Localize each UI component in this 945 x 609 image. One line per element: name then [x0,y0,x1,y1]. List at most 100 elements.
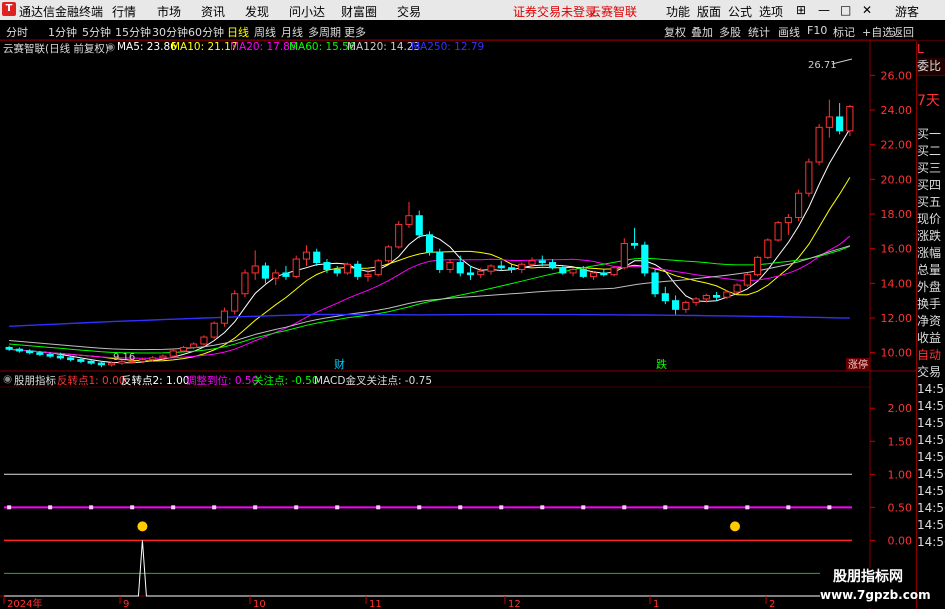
kline-chart[interactable]: 26.0024.0022.0020.0018.0016.0014.0012.00… [0,0,916,609]
candle-body [220,310,229,324]
ind-tick-label: 1.00 [888,468,913,481]
candle-body [405,215,413,225]
candle-body [528,260,536,265]
candle-body [354,263,362,277]
candle-body [374,260,382,276]
candle-body [733,284,741,293]
candle-body [190,343,198,348]
panel-item[interactable]: 交易 [917,364,945,381]
candle-body [507,267,516,270]
candle-body [569,268,577,274]
trade-time: 14:56 [917,467,945,481]
candle-body [805,161,813,194]
candle-body [272,272,280,279]
candle-body [723,291,731,298]
indicator-settings-icon[interactable]: ◉ [3,373,12,385]
trade-time: 14:56 [917,501,945,515]
panel-item: 买三 [917,161,942,175]
level-dot [745,505,750,510]
level-dot [48,505,53,510]
indicator-item4: 关注点: -0.50 [253,375,319,387]
candle-body [630,242,639,246]
panel-item: 委比 [917,58,945,76]
candle-body [713,294,721,298]
indicator-item1: 反转点1: 0.00 [57,375,126,387]
candle-body [108,362,116,366]
watermark-title: 股朋指标网 [833,569,903,585]
price-tick-label: 22.00 [881,139,913,152]
level-dot [7,505,12,510]
candle-body [97,362,105,366]
candle-body [795,192,803,218]
price-tick-label: 24.00 [881,104,913,117]
candle-body [784,216,792,224]
candle-body [497,265,505,269]
panel-item: 换手 [917,297,942,311]
level-dot [581,505,586,510]
candle-body [261,265,270,279]
candle-body [620,242,628,269]
reversal-spike-line [4,540,852,597]
candle-body [302,251,311,260]
date-label: 10 [253,599,266,609]
high-price-label: 26.71 [808,60,837,71]
candle-body [559,267,567,274]
panel-header: L [917,42,924,56]
price-tick-label: 18.00 [881,208,913,221]
candle-body [548,262,557,269]
candle-body [364,274,372,277]
candles [5,99,854,368]
trade-time: 14:56 [917,382,945,396]
date-label: 1 [653,599,659,609]
candle-body [487,265,495,272]
date-label: 2 [769,599,775,609]
price-tick-label: 16.00 [881,243,913,256]
level-dot [89,505,94,510]
level-dot [376,505,381,510]
level-dot [294,505,299,510]
panel-item: 外盘 [917,280,942,294]
level-dot [499,505,504,510]
candle-body [518,263,526,270]
right-quote-panel: L 委比 7天 买一 买二 买三 买四 买五 现价 涨跌 涨幅 总量 外盘 换手… [916,41,945,609]
level-dot [130,505,135,510]
candle-body [231,293,239,312]
candle-body [200,336,208,345]
event-markers: 26.71 9.16 财 跌 涨停 [113,58,870,371]
candle-body [425,234,434,253]
indicator-item2: 反转点2: 1.00 [121,375,190,387]
candle-body [610,267,618,276]
watermark: 股朋指标网 www.7gpzb.com [820,568,931,608]
candle-body [477,270,485,276]
candle-body [815,126,823,163]
indicator-item5: MACD金叉关注点: -0.75 [314,375,433,387]
candle-body [589,272,598,277]
candle-body [846,106,854,132]
level-dot [827,505,832,510]
candle-body [282,272,290,277]
candle-body [661,293,669,302]
panel-item-auto[interactable]: 自动 [917,347,945,364]
candle-body [149,357,157,361]
trade-time: 14:56 [917,433,945,447]
candle-body [36,352,44,355]
smiley-icon [137,521,148,532]
indicator-info-bar: ◉ 股朋指标 反转点1: 0.00 反转点2: 1.00 调整到位: 0.50 … [0,373,870,387]
candle-body [764,239,772,258]
panel-item: 买一 [917,127,942,141]
date-label: 11 [369,599,382,609]
panel-item: 涨幅 [917,246,942,260]
indicator-name: 股朋指标 [14,375,56,387]
panel-item: 总量 [917,263,942,277]
grid-lines [0,39,916,609]
indicator-item3: 调整到位: 0.50 [186,375,259,387]
event-finance: 财 [334,357,345,371]
candle-body [446,262,454,270]
candle-body [26,350,34,354]
candle-body [415,215,423,236]
candle-body [323,262,331,270]
candle-body [692,298,700,303]
candle-body [179,346,188,352]
panel-item: 买二 [917,144,942,158]
trade-time: 14:56 [917,450,945,464]
